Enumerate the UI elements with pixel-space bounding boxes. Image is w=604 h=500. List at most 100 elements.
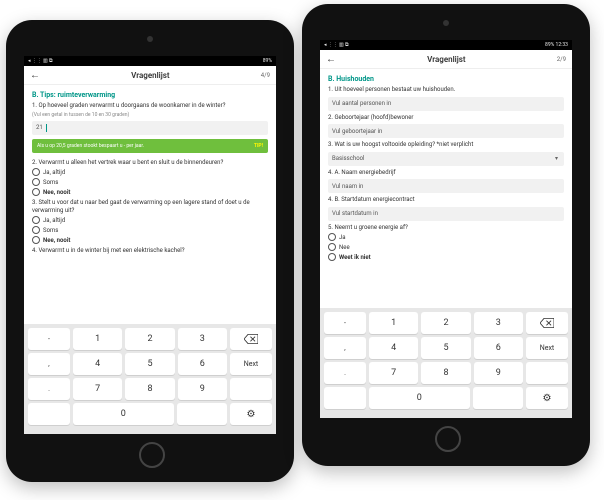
key-next[interactable]: Next [526, 337, 568, 359]
key-comma[interactable]: , [28, 353, 70, 375]
radio-icon [328, 233, 336, 241]
key-backspace[interactable] [526, 312, 568, 334]
placeholder: Vul aantal personen in [332, 100, 391, 107]
temperature-value: 21 [36, 124, 43, 131]
radio-icon [32, 168, 40, 176]
question-4a: 4. A. Naam energiebedrijf [328, 169, 564, 177]
placeholder: Vul naam in [332, 183, 363, 190]
key-3[interactable]: 3 [474, 312, 523, 334]
key-blank2[interactable] [28, 403, 70, 425]
numeric-keyboard: - 1 2 3 , 4 5 6 Next . 7 8 9 [320, 308, 572, 418]
key-comma[interactable]: , [324, 337, 366, 359]
screen-right: ◂ ⋮⋮ ▥ ⧉ 89% 12:33 ← Vragenlijst 2/9 B. … [320, 40, 572, 418]
birthyear-input[interactable]: Vul geboortejaar in [328, 124, 564, 138]
radio-q3-a[interactable]: Ja, altijd [32, 216, 268, 224]
page-title: Vragenlijst [427, 55, 465, 64]
tip-banner: Als u op 20,5 graden stookt bespaart u -… [32, 139, 268, 153]
question-5: 5. Neemt u groene energie af? [328, 224, 564, 232]
form-content: B. Huishouden 1. Uit hoeveel personen be… [320, 69, 572, 325]
key-0[interactable]: 0 [73, 403, 174, 425]
radio-q2-c[interactable]: Nee, nooit [32, 188, 268, 196]
key-8[interactable]: 8 [421, 362, 470, 384]
section-title: B. Tips: ruimteverwarming [32, 91, 268, 99]
key-0[interactable]: 0 [369, 387, 470, 409]
statusbar: ◂ ⋮⋮ ▥ ⧉ 89% 12:33 [320, 40, 572, 50]
key-4[interactable]: 4 [369, 337, 418, 359]
key-backspace[interactable] [230, 328, 272, 350]
key-blank2[interactable] [324, 387, 366, 409]
radio-q5-c[interactable]: Weet ik niet [328, 253, 564, 261]
key-dot[interactable]: . [28, 378, 70, 400]
section-title: B. Huishouden [328, 75, 564, 83]
key-5[interactable]: 5 [421, 337, 470, 359]
company-input[interactable]: Vul naam in [328, 179, 564, 193]
key-9[interactable]: 9 [474, 362, 523, 384]
key-blank3[interactable] [177, 403, 227, 425]
key-8[interactable]: 8 [125, 378, 174, 400]
key-dash[interactable]: - [28, 328, 70, 350]
radio-q2-b[interactable]: Soms [32, 178, 268, 186]
progress-indicator: 2/9 [557, 56, 566, 63]
key-dash[interactable]: - [324, 312, 366, 334]
question-4: 4. Verwarmt u in de winter bij met een e… [32, 247, 268, 255]
radio-icon [32, 226, 40, 234]
question-1: 1. Uit hoeveel personen bestaat uw huish… [328, 86, 564, 94]
key-6[interactable]: 6 [474, 337, 523, 359]
key-blank[interactable] [526, 362, 568, 384]
key-2[interactable]: 2 [421, 312, 470, 334]
appbar: ← Vragenlijst 2/9 [320, 50, 572, 69]
tablet-left: ◂ ⋮⋮ ▥ ⧉ 89% ← Vragenlijst 4/9 B. Tips: … [6, 20, 294, 482]
key-7[interactable]: 7 [73, 378, 122, 400]
numeric-keyboard: - 1 2 3 , 4 5 6 Next . 7 8 9 [24, 324, 276, 434]
temperature-input[interactable]: 21 [32, 121, 268, 135]
radio-q5-b[interactable]: Nee [328, 243, 564, 251]
radio-q2-a[interactable]: Ja, altijd [32, 168, 268, 176]
key-next[interactable]: Next [230, 353, 272, 375]
backspace-icon [244, 334, 258, 344]
key-blank[interactable] [230, 378, 272, 400]
radio-icon [328, 253, 336, 261]
status-left-icons: ◂ ⋮⋮ ▥ ⧉ [28, 58, 53, 64]
education-select[interactable]: Basisschool [328, 152, 564, 166]
key-7[interactable]: 7 [369, 362, 418, 384]
status-left-icons: ◂ ⋮⋮ ▥ ⧉ [324, 42, 349, 48]
key-9[interactable]: 9 [178, 378, 227, 400]
key-dot[interactable]: . [324, 362, 366, 384]
back-icon[interactable]: ← [326, 54, 336, 65]
key-3[interactable]: 3 [178, 328, 227, 350]
home-button[interactable] [435, 426, 461, 452]
tip-tag: TIP! [254, 143, 263, 149]
question-1: 1. Op hoeveel graden verwarmt u doorgaan… [32, 102, 268, 110]
question-3: 3. Wat is uw hoogst voltooide opleiding?… [328, 141, 564, 149]
page-title: Vragenlijst [131, 71, 169, 80]
back-icon[interactable]: ← [30, 70, 40, 81]
key-5[interactable]: 5 [125, 353, 174, 375]
radio-icon [32, 236, 40, 244]
key-4[interactable]: 4 [73, 353, 122, 375]
key-1[interactable]: 1 [369, 312, 418, 334]
question-2: 2. Geboortejaar (hoofd)bewoner [328, 114, 564, 122]
status-battery: 89% [263, 58, 272, 64]
radio-q3-b[interactable]: Soms [32, 226, 268, 234]
home-button[interactable] [139, 442, 165, 468]
radio-q5-a[interactable]: Ja [328, 233, 564, 241]
key-1[interactable]: 1 [73, 328, 122, 350]
question-4b: 4. B. Startdatum energiecontract [328, 196, 564, 204]
persons-input[interactable]: Vul aantal personen in [328, 97, 564, 111]
backspace-icon [540, 318, 554, 328]
text-cursor [46, 124, 47, 132]
radio-q3-c[interactable]: Nee, nooit [32, 236, 268, 244]
camera-icon [443, 20, 449, 26]
startdate-input[interactable]: Vul startdatum in [328, 207, 564, 221]
question-3: 3. Stelt u voor dat u naar bed gaat de v… [32, 199, 268, 214]
key-blank3[interactable] [473, 387, 523, 409]
key-2[interactable]: 2 [125, 328, 174, 350]
key-6[interactable]: 6 [178, 353, 227, 375]
radio-icon [328, 243, 336, 251]
form-content: B. Tips: ruimteverwarming 1. Op hoeveel … [24, 85, 276, 341]
screen-left: ◂ ⋮⋮ ▥ ⧉ 89% ← Vragenlijst 4/9 B. Tips: … [24, 56, 276, 434]
radio-icon [32, 188, 40, 196]
key-settings[interactable]: ⚙ [230, 403, 272, 425]
key-settings[interactable]: ⚙ [526, 387, 568, 409]
camera-icon [147, 36, 153, 42]
